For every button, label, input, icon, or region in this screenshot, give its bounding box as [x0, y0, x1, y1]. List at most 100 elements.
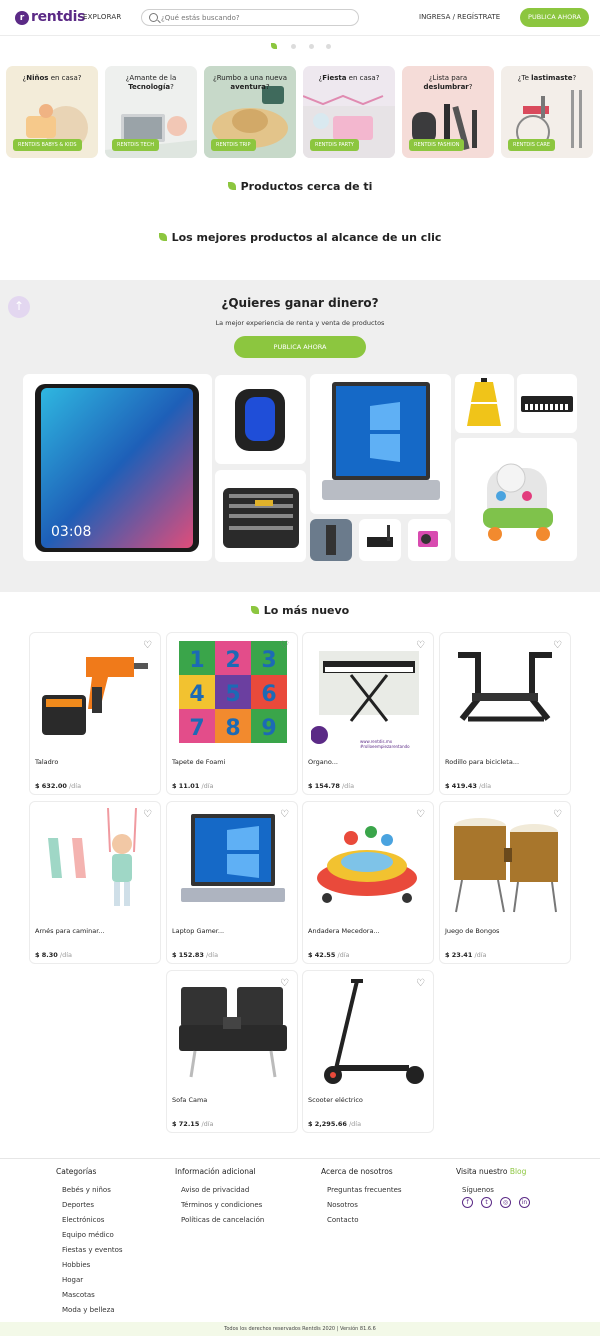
- phone-clock: 03:08: [51, 524, 92, 540]
- svg-text:5: 5: [225, 682, 240, 707]
- footer-link[interactable]: Hobbies: [56, 1258, 123, 1273]
- tile-thumb-1[interactable]: [310, 519, 352, 561]
- twitter-icon[interactable]: t: [481, 1197, 492, 1208]
- product-name: Organo...: [308, 758, 338, 766]
- category-title: ¿Niños en casa?: [22, 74, 82, 82]
- category-title: ¿Amante de la Tecnología?: [125, 74, 177, 91]
- footer-link[interactable]: Nosotros: [321, 1198, 402, 1213]
- product-price: $ 419.43 /día: [445, 782, 492, 790]
- leaf-icon: [250, 606, 259, 614]
- product-price: $ 632.00 /día: [35, 782, 82, 790]
- product-price: $ 8.30 /día: [35, 951, 73, 959]
- carousel-dot-active[interactable]: [271, 43, 277, 49]
- footer-link[interactable]: Aviso de privacidad: [175, 1183, 264, 1198]
- product-image-walking-harness: [48, 808, 137, 906]
- footer-link[interactable]: Equipo médico: [56, 1228, 123, 1243]
- footer-link[interactable]: Mascotas: [56, 1288, 123, 1303]
- tile-toolkit[interactable]: [215, 470, 306, 562]
- footer-link[interactable]: Deportes: [56, 1198, 123, 1213]
- footer-link[interactable]: Bebés y niños: [56, 1183, 123, 1198]
- product-price: $ 23.41 /día: [445, 951, 487, 959]
- footer-heading: Información adicional: [175, 1167, 256, 1176]
- category-card-kids[interactable]: ¿Niños en casa? RENTDIS BABYS & KIDS: [6, 66, 98, 158]
- product-price: $ 152.83 /día: [172, 951, 219, 959]
- tile-keyboard[interactable]: [517, 374, 577, 433]
- svg-text:4: 4: [189, 682, 204, 707]
- svg-text:2: 2: [225, 648, 240, 673]
- footer-link[interactable]: Fiestas y eventos: [56, 1243, 123, 1258]
- product-card[interactable]: ♡ Juego de Bongos $ 23.41 /día: [439, 801, 571, 964]
- carousel-dot[interactable]: [309, 44, 314, 49]
- footer-link[interactable]: Contacto: [321, 1213, 402, 1228]
- product-card[interactable]: 123 456 789 ♡ Tapete de Foami $ 11.01 /día: [166, 632, 298, 795]
- category-card-fashion[interactable]: ¿Lista para deslumbrar? RENTDIS FASHION: [402, 66, 494, 158]
- favorite-heart-icon[interactable]: ♡: [416, 979, 427, 989]
- favorite-heart-icon[interactable]: ♡: [143, 641, 154, 651]
- favorite-heart-icon[interactable]: ♡: [553, 810, 564, 820]
- category-tag: RENTDIS TRIP: [211, 139, 256, 151]
- tile-thumb-2[interactable]: [359, 519, 401, 561]
- explore-link[interactable]: EXPLORAR: [83, 13, 121, 21]
- tile-baby-walker[interactable]: [455, 438, 577, 561]
- instagram-icon[interactable]: ◎: [500, 1197, 511, 1208]
- footer-link[interactable]: Políticas de cancelación: [175, 1213, 264, 1228]
- product-image-scooter: [324, 979, 424, 1084]
- product-card[interactable]: ♡ Taladro $ 632.00 /día: [29, 632, 161, 795]
- product-card[interactable]: ♡ Laptop Gamer... $ 152.83 /día: [166, 801, 298, 964]
- product-card[interactable]: ♡ Rodillo para bicicleta... $ 419.43 /dí…: [439, 632, 571, 795]
- brand-logo[interactable]: rentdis: [31, 9, 85, 25]
- favorite-heart-icon[interactable]: ♡: [280, 979, 291, 989]
- footer-col-about: Acerca de nosotros Preguntas frecuentes …: [321, 1167, 402, 1228]
- organ-caption: www.rentdis.mx #rolloeempiezarentando: [360, 739, 410, 749]
- linkedin-icon[interactable]: in: [519, 1197, 530, 1208]
- product-image-bike-roller: [458, 652, 552, 722]
- product-name: Taladro: [35, 758, 59, 766]
- logo-icon[interactable]: r: [15, 11, 29, 25]
- category-card-trip[interactable]: ¿Rumbo a una nueva aventura? RENTDIS TRI…: [204, 66, 296, 158]
- product-card[interactable]: ♡ Sofa Cama $ 72.15 /día: [166, 970, 298, 1133]
- svg-text:1: 1: [189, 648, 204, 673]
- favorite-heart-icon[interactable]: ♡: [143, 810, 154, 820]
- category-card-tech[interactable]: ¿Amante de la Tecnología? RENTDIS TECH: [105, 66, 197, 158]
- footer-link[interactable]: Hogar: [56, 1273, 123, 1288]
- tile-phone[interactable]: 03:08: [23, 374, 212, 561]
- favorite-heart-icon[interactable]: ♡: [416, 641, 427, 651]
- product-card[interactable]: www.rentdis.mx #rolloeempiezarentando ♡ …: [302, 632, 434, 795]
- blog-link[interactable]: Blog: [510, 1167, 527, 1176]
- product-image-drill: [42, 657, 148, 735]
- product-name: Laptop Gamer...: [172, 927, 225, 935]
- footer-link[interactable]: Electrónicos: [56, 1213, 123, 1228]
- login-register-link[interactable]: INGRESA / REGÍSTRATE: [419, 13, 500, 21]
- favorite-heart-icon[interactable]: ♡: [280, 641, 291, 651]
- search-input[interactable]: [161, 12, 351, 24]
- footer-heading: Acerca de nosotros: [321, 1167, 393, 1176]
- favorite-heart-icon[interactable]: ♡: [280, 810, 291, 820]
- favorite-heart-icon[interactable]: ♡: [416, 810, 427, 820]
- tile-kayak-seat[interactable]: [215, 375, 306, 464]
- search-icon: [149, 13, 158, 22]
- publish-now-button[interactable]: PUBLICA AHORA: [520, 8, 589, 27]
- footer-heading: Categorías: [56, 1167, 97, 1176]
- tile-laptop[interactable]: [310, 374, 451, 514]
- footer-link[interactable]: Moda y belleza: [56, 1303, 123, 1318]
- product-card[interactable]: ♡ Andadera Mecedora... $ 42.55 /día: [302, 801, 434, 964]
- svg-text:9: 9: [261, 716, 276, 741]
- search-box[interactable]: [141, 9, 359, 26]
- facebook-icon[interactable]: f: [462, 1197, 473, 1208]
- carousel-dot[interactable]: [291, 44, 296, 49]
- footer-link[interactable]: Términos y condiciones: [175, 1198, 264, 1213]
- tile-thumb-3[interactable]: [408, 519, 451, 561]
- product-card[interactable]: ♡ Scooter eléctrico $ 2,295.66 /día: [302, 970, 434, 1133]
- category-title: ¿Rumbo a una nueva aventura?: [213, 74, 287, 91]
- product-name: Andadera Mecedora...: [308, 927, 380, 935]
- tile-coffee-maker[interactable]: [455, 374, 514, 433]
- carousel-dot[interactable]: [326, 44, 331, 49]
- product-card[interactable]: ♡ Arnés para caminar... $ 8.30 /día: [29, 801, 161, 964]
- favorite-heart-icon[interactable]: ♡: [553, 641, 564, 651]
- footer-link[interactable]: Preguntas frecuentes: [321, 1183, 402, 1198]
- category-card-party[interactable]: ¿Fiesta en casa? RENTDIS PARTY: [303, 66, 395, 158]
- publish-now-button-main[interactable]: PUBLICA AHORA: [234, 336, 366, 358]
- svg-text:3: 3: [261, 648, 276, 673]
- category-card-care[interactable]: ¿Te lastimaste? RENTDIS CARE: [501, 66, 593, 158]
- earn-title: ¿Quieres ganar dinero?: [221, 296, 379, 310]
